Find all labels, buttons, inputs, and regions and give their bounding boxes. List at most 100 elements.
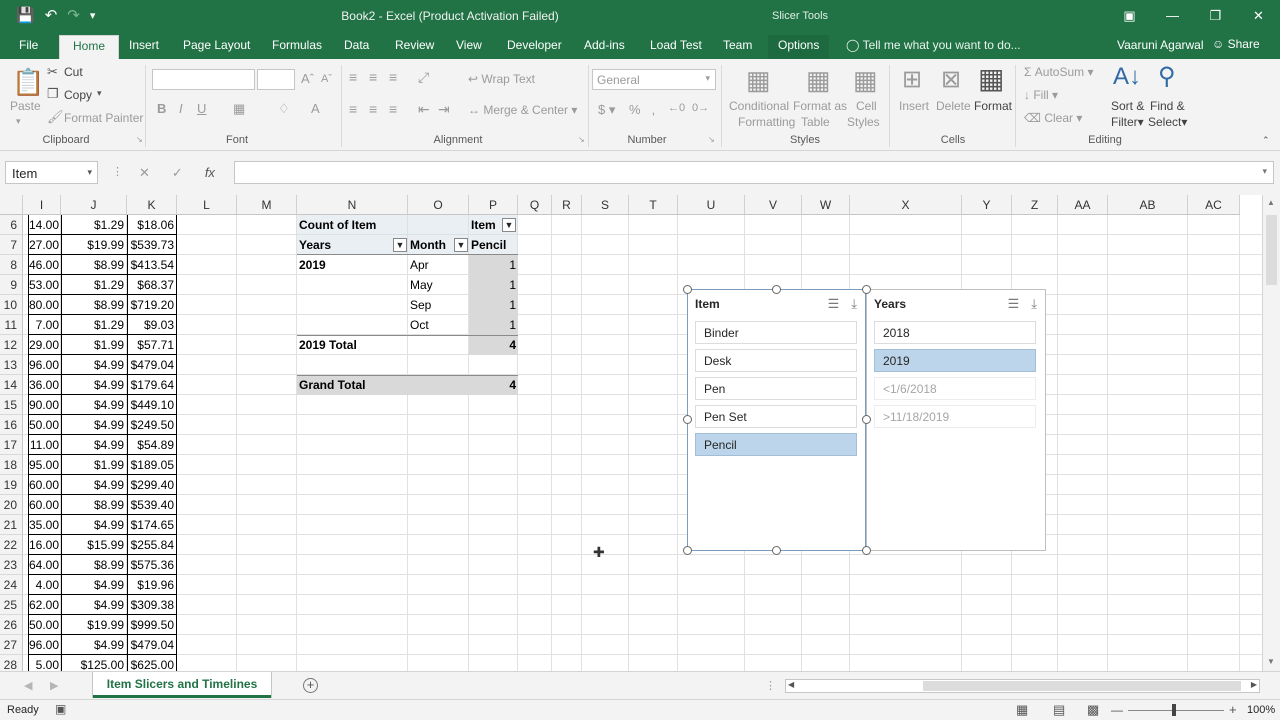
slicer-button[interactable]: Binder <box>695 321 857 344</box>
conditional-formatting-button[interactable]: Conditional <box>729 99 789 113</box>
top-align-icon[interactable]: ≡ <box>349 69 357 85</box>
tab-formulas[interactable]: Formulas <box>272 38 322 52</box>
table-cell[interactable]: $299.40 <box>127 475 174 495</box>
tab-data[interactable]: Data <box>344 38 369 52</box>
scroll-down-icon[interactable]: ▼ <box>1267 657 1275 666</box>
column-header-v[interactable]: V <box>745 195 802 215</box>
expand-formula-icon[interactable]: ▾ <box>1262 166 1267 177</box>
increase-decimal-icon[interactable]: ←0 <box>668 102 685 114</box>
bold-icon[interactable]: B <box>157 101 166 116</box>
table-cell[interactable]: $8.99 <box>62 495 124 515</box>
close-icon[interactable]: ✕ <box>1237 0 1280 31</box>
tab-split-grip-icon[interactable]: ⋮ <box>765 679 776 692</box>
restore-icon[interactable]: ❐ <box>1194 0 1237 31</box>
table-cell[interactable]: $999.50 <box>127 615 174 635</box>
name-box-dropdown-icon[interactable]: ▾ <box>87 167 92 178</box>
increase-font-icon[interactable]: Aˆ <box>301 71 314 86</box>
tab-options[interactable]: Options <box>768 35 830 59</box>
clipboard-launcher-icon[interactable]: ↘ <box>136 135 143 144</box>
page-layout-view-icon[interactable]: ▤ <box>1053 702 1065 718</box>
slicer-button[interactable]: Pen Set <box>695 405 857 428</box>
table-cell[interactable]: $4.99 <box>62 515 124 535</box>
row-header[interactable]: 16 <box>0 415 23 435</box>
increase-indent-icon[interactable]: ⇥ <box>438 101 450 118</box>
table-cell[interactable]: $4.99 <box>62 475 124 495</box>
item-filter-icon[interactable]: ▼ <box>502 218 516 232</box>
table-cell[interactable]: $1.99 <box>62 335 124 355</box>
table-cell[interactable]: $719.20 <box>127 295 174 315</box>
comma-icon[interactable]: ‚ <box>652 102 655 117</box>
column-header-p[interactable]: P <box>469 195 518 215</box>
row-header[interactable]: 8 <box>0 255 23 275</box>
table-cell[interactable]: $19.96 <box>127 575 174 595</box>
select-all-corner[interactable] <box>0 195 23 215</box>
table-cell[interactable]: 35.00 <box>28 515 59 535</box>
format-painter-button[interactable]: Format Painter <box>64 111 143 125</box>
percent-icon[interactable]: % <box>629 102 641 117</box>
autosum-button[interactable]: Σ AutoSum ▾ <box>1024 65 1093 79</box>
column-header-o[interactable]: O <box>408 195 469 215</box>
table-cell[interactable]: $9.03 <box>127 315 174 335</box>
row-header[interactable]: 26 <box>0 615 23 635</box>
table-cell[interactable]: $8.99 <box>62 255 124 275</box>
table-cell[interactable]: $4.99 <box>62 575 124 595</box>
align-right-icon[interactable]: ≡ <box>389 101 397 117</box>
borders-icon[interactable]: ▦ <box>233 101 245 117</box>
vertical-scrollbar[interactable]: ▲ ▼ <box>1262 195 1280 671</box>
number-launcher-icon[interactable]: ↘ <box>708 135 715 144</box>
resize-handle[interactable] <box>862 415 871 424</box>
column-header-i[interactable]: I <box>23 195 61 215</box>
tab-insert[interactable]: Insert <box>129 38 159 52</box>
zoom-level[interactable]: 100% <box>1247 704 1275 716</box>
multi-select-icon[interactable]: ☰ <box>828 296 840 312</box>
table-cell[interactable]: $8.99 <box>62 295 124 315</box>
zoom-out-icon[interactable]: — <box>1111 703 1123 717</box>
column-header-m[interactable]: M <box>237 195 297 215</box>
zoom-in-icon[interactable]: + <box>1229 702 1237 717</box>
share-button[interactable]: ☺ Share <box>1212 37 1260 51</box>
row-header[interactable]: 27 <box>0 635 23 655</box>
row-header[interactable]: 10 <box>0 295 23 315</box>
table-cell[interactable]: $174.65 <box>127 515 174 535</box>
tab-home[interactable]: Home <box>59 35 120 59</box>
column-header-t[interactable]: T <box>629 195 678 215</box>
column-header-ac[interactable]: AC <box>1188 195 1240 215</box>
table-cell[interactable]: $68.37 <box>127 275 174 295</box>
horizontal-scroll-thumb[interactable] <box>923 681 1241 691</box>
years-slicer[interactable]: Years ☰ ⤓ 2018 2019 <1/6/2018 >11/18/2019 <box>866 289 1046 551</box>
row-header[interactable]: 21 <box>0 515 23 535</box>
column-header-w[interactable]: W <box>802 195 850 215</box>
item-slicer[interactable]: Item ☰ ⤓ Binder Desk Pen Pen Set Pencil <box>687 289 866 551</box>
merge-center-button[interactable]: ↔ Merge & Center ▾ <box>468 103 577 117</box>
tab-developer[interactable]: Developer <box>507 38 562 52</box>
table-cell[interactable]: $413.54 <box>127 255 174 275</box>
sheet-tab-item-slicers[interactable]: Item Slicers and Timelines <box>93 672 271 698</box>
row-header[interactable]: 14 <box>0 375 23 395</box>
column-header-ab[interactable]: AB <box>1108 195 1188 215</box>
format-as-table-button[interactable]: Format as <box>793 99 847 113</box>
table-cell[interactable]: $4.99 <box>62 635 124 655</box>
column-header-z[interactable]: Z <box>1012 195 1058 215</box>
table-cell[interactable]: $249.50 <box>127 415 174 435</box>
slicer-button[interactable]: 2018 <box>874 321 1036 344</box>
column-header-j[interactable]: J <box>61 195 127 215</box>
column-header-aa[interactable]: AA <box>1058 195 1108 215</box>
table-cell[interactable]: 14.00 <box>28 215 59 235</box>
font-color-icon[interactable]: A <box>311 101 320 116</box>
table-cell[interactable]: $1.29 <box>62 275 124 295</box>
slicer-button[interactable]: >11/18/2019 <box>874 405 1036 428</box>
column-header-y[interactable]: Y <box>962 195 1012 215</box>
tab-add-ins[interactable]: Add-ins <box>584 38 625 52</box>
find-select-button[interactable]: Find & <box>1150 99 1185 113</box>
row-header[interactable]: 18 <box>0 455 23 475</box>
slicer-button[interactable]: Desk <box>695 349 857 372</box>
table-cell[interactable]: $4.99 <box>62 395 124 415</box>
table-cell[interactable]: 60.00 <box>28 495 59 515</box>
table-cell[interactable]: $1.99 <box>62 455 124 475</box>
user-name[interactable]: Vaaruni Agarwal <box>1117 38 1204 52</box>
zoom-slider-thumb[interactable] <box>1172 704 1176 716</box>
row-header[interactable]: 25 <box>0 595 23 615</box>
next-sheet-icon[interactable]: ▶ <box>50 679 58 692</box>
pivot-table[interactable]: Count of Item Item ▼ Years ▼ Month ▼ Pen… <box>297 215 518 395</box>
copy-button[interactable]: Copy <box>64 88 92 102</box>
